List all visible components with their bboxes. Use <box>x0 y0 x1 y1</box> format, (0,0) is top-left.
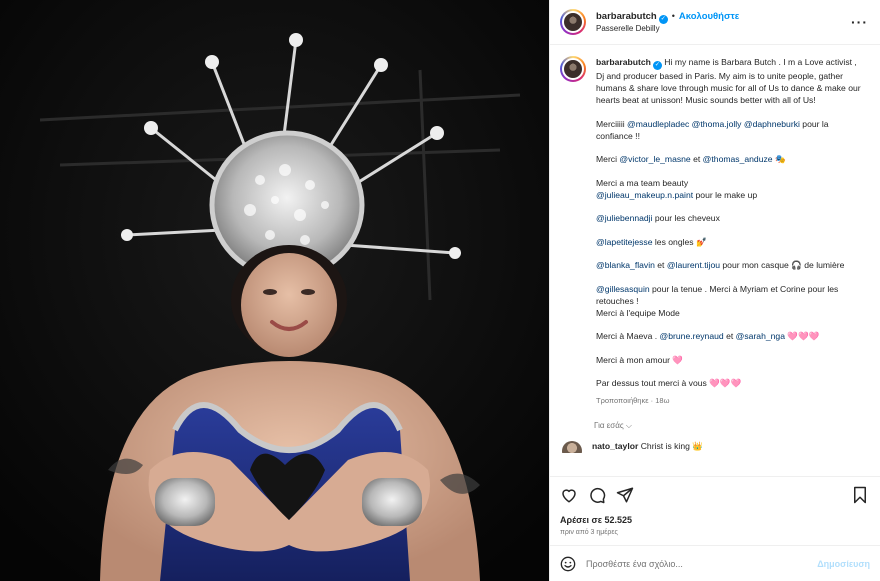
mention-link[interactable]: @lapetitejesse <box>596 237 653 247</box>
mention-link[interactable]: @sarah_nga <box>736 331 785 341</box>
caption-line: pour les cheveux <box>652 213 720 223</box>
caption-line: Merci à mon amour 🩷 <box>596 354 684 365</box>
mention-link[interactable]: @blanka_flavin <box>596 260 655 270</box>
edited-timestamp: Τροποποιήθηκε · 18ω <box>596 395 670 405</box>
caption-line: Merciiiii <box>596 118 625 129</box>
caption-line: et <box>723 331 736 341</box>
likes-count[interactable]: Αρέσει σε 52.525 <box>560 515 870 525</box>
author-info: barbarabutch ✓ • Ακολουθήστε Passerelle Deb… <box>596 11 739 34</box>
mention-link[interactable]: @brune.reynaud <box>660 331 724 341</box>
caption-line: et <box>690 154 703 164</box>
author-avatar[interactable] <box>560 9 586 35</box>
emoji-icon[interactable] <box>560 556 576 572</box>
mention-link[interactable]: @victor_le_masne <box>619 154 690 164</box>
instagram-post-modal: barbarabutch ✓ • Ακολουθήστε Passerelle Deb… <box>0 0 880 581</box>
mention-link[interactable]: @maudlepladec <box>627 119 689 129</box>
verified-badge-icon: ✓ <box>658 14 668 24</box>
mention-link[interactable]: @laurent.tijou <box>667 260 720 270</box>
post-location[interactable]: Passerelle Debilly <box>596 24 739 34</box>
action-icons-row <box>560 485 870 505</box>
comment-text: nato_taylor Christ is king 👑 <box>592 441 703 452</box>
comment-icon[interactable] <box>588 486 606 504</box>
caption-emoji: 🎭 <box>772 154 786 164</box>
send-icon[interactable] <box>616 486 634 504</box>
verified-badge-icon: ✓ <box>652 61 662 70</box>
caption-line: et <box>654 260 667 270</box>
chevron-down-icon: ⌵ <box>625 420 632 430</box>
mention-link[interactable]: @thoma.jolly <box>692 119 742 129</box>
caption-text: barbarabutch ✓ Hi my name is Barbara Butc… <box>596 56 861 407</box>
author-username[interactable]: barbarabutch <box>596 11 657 22</box>
bookmark-icon[interactable] <box>852 486 868 504</box>
post-sidebar: barbarabutch ✓ • Ακολουθήστε Passerelle Deb… <box>549 0 880 581</box>
caption-line: Merci <box>596 154 620 164</box>
add-comment-bar: Δημοσίευση <box>550 545 880 581</box>
mention-link[interactable]: @daphneburki <box>744 119 800 129</box>
caption-line: Merci a ma team beauty <box>596 177 689 188</box>
caption-line: les ongles 💅 <box>652 236 707 247</box>
mention-link[interactable]: @julieau_makeup.n.paint <box>596 190 693 200</box>
separator-dot: • <box>671 10 675 21</box>
photo-illustration <box>0 0 549 581</box>
commenter-username[interactable]: nato_taylor <box>592 441 638 451</box>
post-comment-button[interactable]: Δημοσίευση <box>817 559 870 569</box>
comment-item: nato_taylor Christ is king 👑 <box>560 440 870 453</box>
heart-icon[interactable] <box>560 486 578 504</box>
caption-line: Merci à Maeva . <box>596 331 660 341</box>
comment-input[interactable] <box>586 558 818 569</box>
caption-username[interactable]: barbarabutch <box>596 57 651 67</box>
mention-link[interactable]: @gillesasquin <box>596 284 650 294</box>
caption-line: Merci à l'equipe Mode <box>596 307 680 318</box>
mention-link[interactable]: @thomas_anduze <box>703 154 773 164</box>
caption-comment: barbarabutch ✓ Hi my name is Barbara Butc… <box>560 56 870 407</box>
caption-line: pour le make up <box>693 189 758 200</box>
follow-button[interactable]: Ακολουθήστε <box>679 11 739 22</box>
post-actions: Αρέσει σε 52.525 πριν από 3 ημέρες <box>550 476 880 536</box>
mention-link[interactable]: @juliebennadji <box>596 213 653 223</box>
comment-body: Christ is king 👑 <box>638 440 703 451</box>
caption-avatar[interactable] <box>560 56 586 82</box>
comments-section[interactable]: barbarabutch ✓ Hi my name is Barbara Butc… <box>550 46 880 476</box>
caption-emoji: 🩷🩷🩷 <box>784 331 820 341</box>
post-photo[interactable] <box>0 0 549 581</box>
translate-label[interactable]: Για εσάς <box>594 421 624 430</box>
caption-line: pour mon casque 🎧 de lumière <box>720 260 845 270</box>
more-options-icon[interactable]: ··· <box>851 14 868 30</box>
post-header: barbarabutch ✓ • Ακολουθήστε Passerelle Deb… <box>550 0 880 45</box>
see-translation-toggle[interactable]: Για εσάς ⌵ <box>594 421 870 431</box>
caption-line: Par dessus tout merci à vous 🩷🩷🩷 <box>596 378 742 388</box>
commenter-avatar[interactable] <box>562 440 582 453</box>
post-date[interactable]: πριν από 3 ημέρες <box>560 529 870 536</box>
